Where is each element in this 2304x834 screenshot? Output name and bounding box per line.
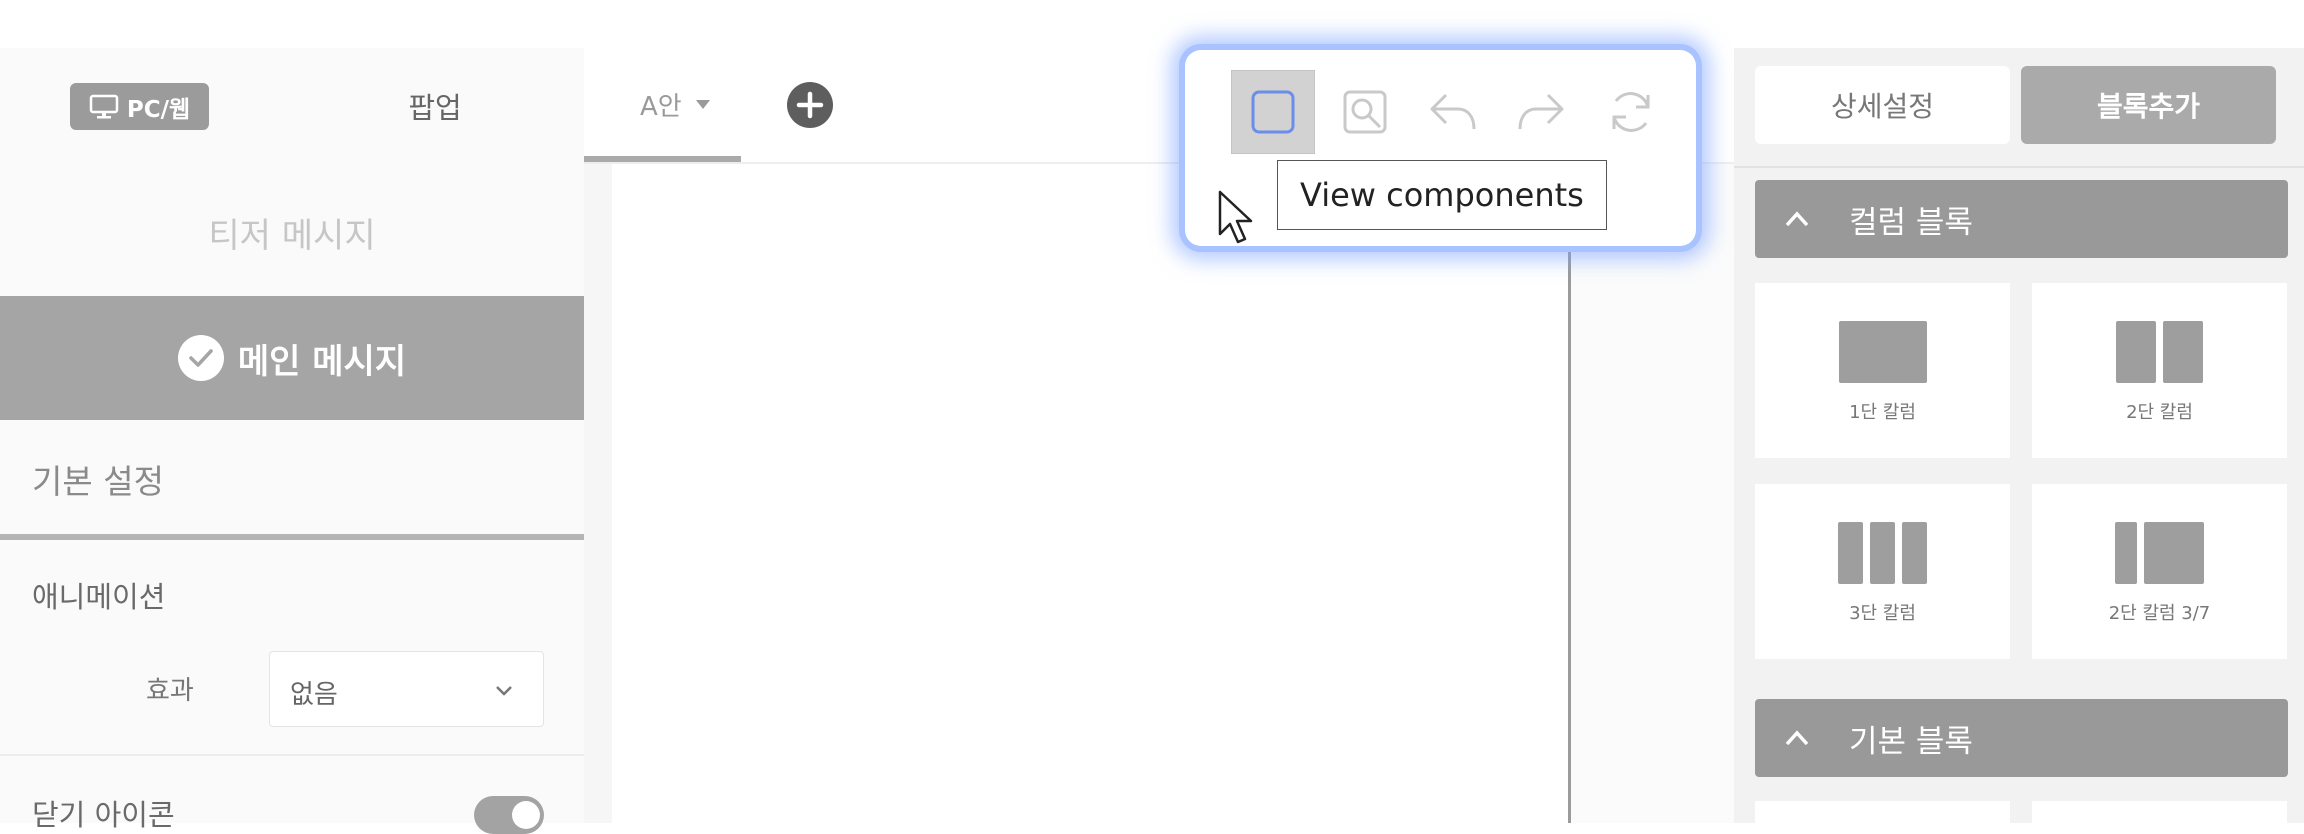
animation-title: 애니메이션	[32, 580, 166, 614]
effect-label: 효과	[146, 676, 194, 706]
check-icon	[177, 335, 224, 381]
monitor-icon	[89, 94, 119, 118]
three-column-icon	[1755, 522, 2010, 584]
variant-label: A안	[640, 92, 682, 122]
main-message-label: 메인 메시지	[237, 341, 407, 382]
chevron-down-icon	[496, 686, 512, 696]
canvas-side-area	[1571, 164, 1734, 823]
variant-tab[interactable]: A안	[640, 86, 710, 123]
section-title: 컬럼 블록	[1849, 204, 1973, 241]
close-icon-label: 닫기 아이콘	[32, 798, 175, 832]
popup-tab[interactable]: 팝업	[380, 86, 490, 126]
plus-icon	[796, 91, 824, 119]
toggle-knob	[512, 801, 540, 829]
section-title: 기본 블록	[1849, 723, 1973, 760]
tab-detail-settings[interactable]: 상세설정	[1755, 66, 2010, 144]
tile-label: 3단 칼럼	[1849, 603, 1916, 624]
two-column-icon	[2032, 321, 2287, 383]
block-tile-2-column[interactable]: 2단 칼럼	[2032, 283, 2287, 458]
undo-button[interactable]	[1411, 70, 1495, 154]
one-column-icon	[1755, 321, 2010, 383]
divider	[0, 754, 584, 756]
effect-select[interactable]: 없음	[269, 651, 544, 727]
refresh-icon	[1612, 92, 1650, 132]
column-blocks-header[interactable]: 컬럼 블록	[1755, 180, 2288, 258]
redo-icon	[1518, 93, 1564, 130]
block-tile-2-column-3-7[interactable]: 2단 칼럼 3/7	[2032, 484, 2287, 659]
block-tile[interactable]	[1755, 801, 2010, 823]
undo-icon	[1430, 93, 1476, 130]
block-tile-1-column[interactable]: 1단 칼럼	[1755, 283, 2010, 458]
effect-select-value: 없음	[290, 680, 338, 710]
canvas-gutter	[584, 164, 612, 823]
caret-down-icon	[695, 100, 710, 109]
tile-label: 1단 칼럼	[1849, 402, 1916, 423]
block-tile-3-column[interactable]: 3단 칼럼	[1755, 484, 2010, 659]
zoom-icon	[1343, 90, 1387, 134]
chevron-up-icon	[1785, 730, 1809, 746]
two-column-3-7-icon	[2032, 522, 2287, 584]
chevron-up-icon	[1785, 211, 1809, 227]
tab-add-block[interactable]: 블록추가	[2021, 66, 2276, 144]
redo-button[interactable]	[1499, 70, 1583, 154]
view-components-button[interactable]	[1231, 70, 1315, 154]
main-message-item[interactable]: 메인 메시지	[0, 296, 584, 420]
tile-label: 2단 칼럼	[2126, 402, 2193, 423]
block-tile[interactable]	[2032, 801, 2287, 823]
zoom-button[interactable]	[1323, 70, 1407, 154]
platform-toggle-button[interactable]: PC/웹	[70, 83, 209, 130]
refresh-button[interactable]	[1589, 70, 1673, 154]
basic-settings-heading[interactable]: 기본 설정	[32, 455, 164, 503]
section-underline	[0, 534, 584, 540]
cursor-icon	[1218, 190, 1258, 254]
tooltip: View components	[1277, 160, 1607, 230]
tabs-divider	[1734, 166, 2304, 168]
teaser-message-item[interactable]: 티저 메시지	[0, 168, 584, 296]
close-icon-toggle[interactable]	[474, 796, 544, 834]
platform-label: PC/웹	[126, 96, 191, 123]
view-components-icon	[1251, 90, 1295, 134]
basic-blocks-header[interactable]: 기본 블록	[1755, 699, 2288, 777]
tile-label: 2단 칼럼 3/7	[2108, 603, 2211, 624]
add-variant-button[interactable]	[787, 82, 833, 128]
